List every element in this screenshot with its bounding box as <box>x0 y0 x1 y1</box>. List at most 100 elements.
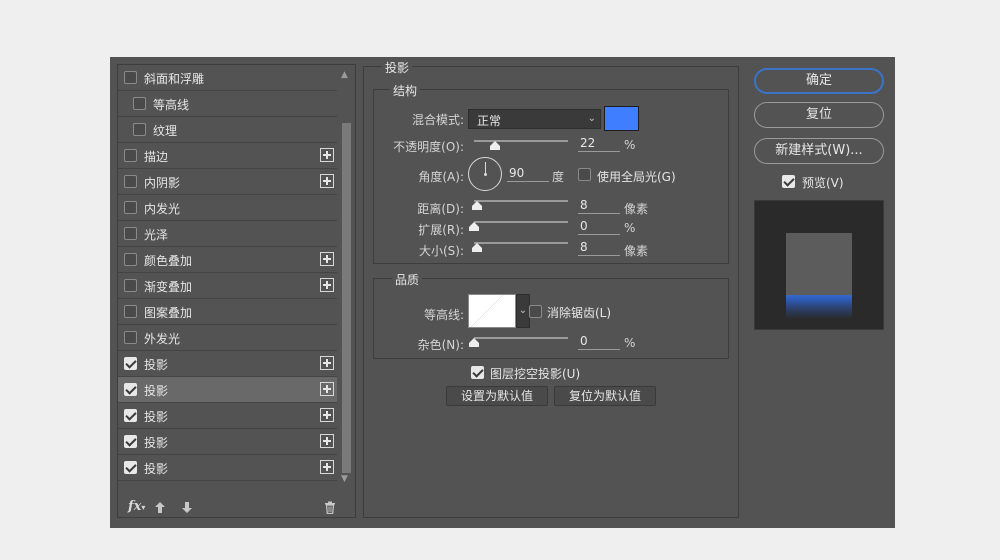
contour-curve-icon <box>469 295 515 327</box>
style-item[interactable]: 投影 <box>118 455 337 481</box>
distance-unit: 像素 <box>624 202 649 216</box>
trash-icon[interactable] <box>324 501 336 514</box>
move-up-icon[interactable] <box>154 501 166 514</box>
style-item-label: 内阴影 <box>144 176 181 190</box>
opacity-input[interactable]: 22 <box>578 136 620 152</box>
size-label: 大小(S): <box>418 244 464 258</box>
add-effect-icon[interactable] <box>320 278 334 292</box>
move-down-icon[interactable] <box>181 501 193 514</box>
distance-input[interactable]: 8 <box>578 198 620 214</box>
style-checkbox[interactable] <box>124 201 137 214</box>
style-item-label: 投影 <box>144 358 169 372</box>
style-item[interactable]: 纹理 <box>118 117 337 143</box>
style-checkbox[interactable] <box>124 331 137 344</box>
style-item[interactable]: 斜面和浮雕 <box>118 65 337 91</box>
angle-dial-center <box>484 173 487 176</box>
shadow-color-swatch[interactable] <box>604 106 639 131</box>
style-checkbox[interactable] <box>124 409 137 422</box>
spread-slider-thumb[interactable] <box>469 222 479 231</box>
chevron-down-icon: ⌄ <box>587 113 596 124</box>
style-item[interactable]: 投影 <box>118 351 337 377</box>
angle-input[interactable]: 90 <box>507 166 549 182</box>
size-input[interactable]: 8 <box>578 240 620 256</box>
add-effect-icon[interactable] <box>320 252 334 266</box>
scroll-thumb[interactable] <box>342 123 351 473</box>
style-item[interactable]: 内发光 <box>118 195 337 221</box>
knockout-label: 图层挖空投影(U) <box>490 367 581 381</box>
style-item-label: 纹理 <box>153 124 178 138</box>
contour-label: 等高线: <box>423 308 464 322</box>
blend-mode-select[interactable]: 正常 ⌄ <box>468 109 601 129</box>
opacity-slider-track[interactable] <box>474 140 568 142</box>
size-slider-thumb[interactable] <box>471 243 482 252</box>
style-item[interactable]: 颜色叠加 <box>118 247 337 273</box>
knockout-checkbox[interactable] <box>471 366 484 379</box>
style-item[interactable]: 图案叠加 <box>118 299 337 325</box>
scroll-down-icon[interactable]: ▼ <box>341 474 348 484</box>
style-checkbox[interactable] <box>124 149 137 162</box>
style-item-label: 外发光 <box>144 332 181 346</box>
style-item[interactable]: 投影 <box>118 377 337 403</box>
angle-unit: 度 <box>552 170 565 184</box>
style-item-label: 颜色叠加 <box>144 254 193 268</box>
style-checkbox[interactable] <box>133 97 146 110</box>
contour-preview[interactable] <box>468 294 516 328</box>
style-item[interactable]: 描边 <box>118 143 337 169</box>
distance-slider-thumb[interactable] <box>471 201 482 210</box>
distance-slider-track[interactable] <box>474 200 568 202</box>
fx-menu-icon[interactable]: fx▾ <box>128 499 145 514</box>
noise-slider-thumb[interactable] <box>469 338 479 347</box>
preview-checkbox[interactable] <box>782 175 795 188</box>
reset-button[interactable]: 复位 <box>754 102 884 128</box>
style-preview <box>754 200 884 330</box>
structure-title: 结构 <box>390 82 421 99</box>
style-checkbox[interactable] <box>124 435 137 448</box>
add-effect-icon[interactable] <box>320 382 334 396</box>
noise-slider-track[interactable] <box>474 337 568 339</box>
anti-alias-checkbox[interactable] <box>529 305 542 318</box>
scroll-up-icon[interactable]: ▲ <box>341 70 348 80</box>
opacity-slider-thumb[interactable] <box>489 141 500 150</box>
style-checkbox[interactable] <box>124 383 137 396</box>
add-effect-icon[interactable] <box>320 148 334 162</box>
style-checkbox[interactable] <box>124 357 137 370</box>
style-item[interactable]: 光泽 <box>118 221 337 247</box>
add-effect-icon[interactable] <box>320 174 334 188</box>
size-slider-track[interactable] <box>474 242 568 244</box>
style-item[interactable]: 投影 <box>118 403 337 429</box>
style-item[interactable]: 投影 <box>118 429 337 455</box>
make-default-button[interactable]: 设置为默认值 <box>446 386 548 406</box>
spread-input[interactable]: 0 <box>578 219 620 235</box>
noise-input[interactable]: 0 <box>578 334 620 350</box>
add-effect-icon[interactable] <box>320 408 334 422</box>
style-item-label: 投影 <box>144 384 169 398</box>
new-style-button[interactable]: 新建样式(W)... <box>754 138 884 164</box>
style-item[interactable]: 渐变叠加 <box>118 273 337 299</box>
style-checkbox[interactable] <box>124 227 137 240</box>
angle-dial[interactable] <box>468 157 502 191</box>
style-checkbox[interactable] <box>124 305 137 318</box>
contour-dropdown[interactable]: ⌄ <box>516 294 530 328</box>
ok-button[interactable]: 确定 <box>754 68 884 94</box>
style-item-label: 渐变叠加 <box>144 280 193 294</box>
style-item-label: 图案叠加 <box>144 306 193 320</box>
add-effect-icon[interactable] <box>320 434 334 448</box>
style-checkbox[interactable] <box>124 253 137 266</box>
style-checkbox[interactable] <box>124 461 137 474</box>
style-item[interactable]: 外发光 <box>118 325 337 351</box>
structure-group: 结构 混合模式: 正常 ⌄ 不透明度(O): 22 % 角度(A): 90 度 … <box>373 82 729 264</box>
style-checkbox[interactable] <box>124 71 137 84</box>
add-effect-icon[interactable] <box>320 460 334 474</box>
reset-default-button[interactable]: 复位为默认值 <box>554 386 656 406</box>
styles-list-panel: 斜面和浮雕 等高线 纹理 描边 内阴影 内发光 光泽 颜色叠加 渐变叠加 图案叠加 外发光 投影 投影投… <box>117 64 356 518</box>
styles-scrollbar[interactable]: ▲ ▼ <box>339 65 354 490</box>
global-light-checkbox[interactable] <box>578 168 591 181</box>
style-item[interactable]: 内阴影 <box>118 169 337 195</box>
style-checkbox[interactable] <box>124 279 137 292</box>
style-checkbox[interactable] <box>124 175 137 188</box>
style-item[interactable]: 等高线 <box>118 91 337 117</box>
global-light-label: 使用全局光(G) <box>597 170 676 184</box>
spread-slider-track[interactable] <box>474 221 568 223</box>
style-checkbox[interactable] <box>133 123 146 136</box>
add-effect-icon[interactable] <box>320 356 334 370</box>
